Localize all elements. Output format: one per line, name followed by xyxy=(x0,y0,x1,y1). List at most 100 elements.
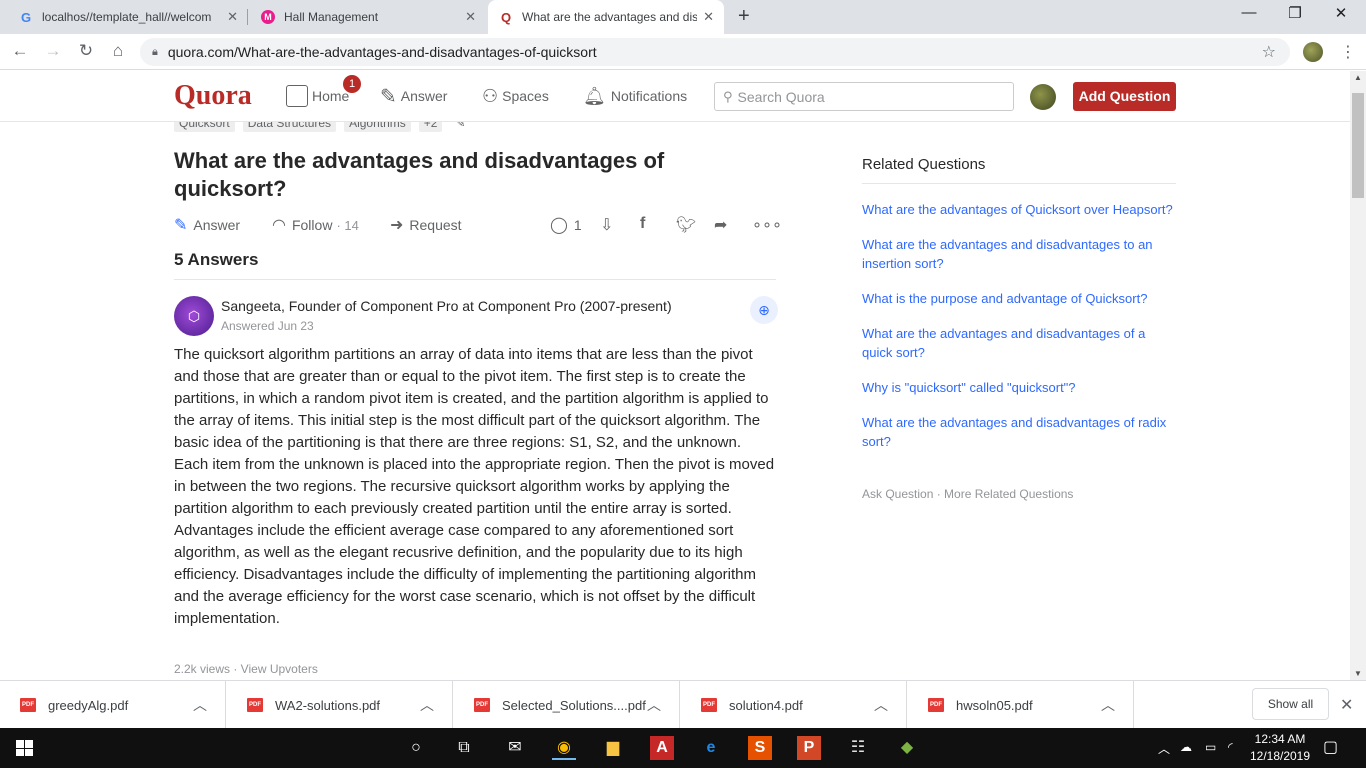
comments-button[interactable]: ◯ 1 xyxy=(550,215,582,235)
close-tab-icon[interactable]: ✕ xyxy=(703,9,714,25)
action-center-icon[interactable]: ▢ xyxy=(1323,737,1338,757)
chevron-up-icon[interactable]: ︿ xyxy=(420,695,434,715)
mail-icon[interactable]: ✉ xyxy=(503,736,527,760)
nav-spaces[interactable]: ⚇ Spaces xyxy=(482,83,549,109)
browser-menu-icon[interactable]: ⋮ xyxy=(1340,42,1356,62)
downvote-icon[interactable]: ⇩ xyxy=(600,215,619,235)
scroll-up-icon[interactable]: ▲ xyxy=(1354,73,1362,82)
follow-author-icon[interactable]: ⊕ xyxy=(750,296,778,324)
back-icon[interactable]: ← xyxy=(10,41,30,61)
page-scrollbar[interactable]: ▲ ▼ xyxy=(1350,71,1366,680)
close-window-icon[interactable]: ✕ xyxy=(1318,4,1364,22)
task-view-icon[interactable]: ⧉ xyxy=(452,736,476,760)
topic-tag[interactable]: Algorithms xyxy=(344,122,411,132)
paint-icon[interactable]: ◆ xyxy=(895,736,919,760)
related-footer-links[interactable]: Ask Question · More Related Questions xyxy=(862,487,1073,501)
powerpoint-icon[interactable]: P xyxy=(797,736,821,760)
browser-profile-avatar[interactable] xyxy=(1303,42,1323,62)
question-actions: ✎ Answer ◠ Follow · 14 ➜ Request ◯ 1 ⇩ f… xyxy=(174,212,782,236)
windows-start-icon[interactable] xyxy=(16,740,33,756)
close-download-bar-icon[interactable]: ✕ xyxy=(1340,695,1353,715)
home-icon[interactable]: ⌂ xyxy=(108,41,128,61)
download-item[interactable]: PDF hwsoln05.pdf ︿ xyxy=(908,681,1134,729)
cortana-icon[interactable]: ○ xyxy=(404,736,428,760)
address-bar[interactable]: 🔒︎ quora.com/What-are-the-advantages-and… xyxy=(140,38,1290,66)
pdf-file-icon: PDF xyxy=(474,698,490,712)
answer-date[interactable]: Answered Jun 23 xyxy=(221,319,314,333)
download-item[interactable]: PDF solution4.pdf ︿ xyxy=(681,681,907,729)
more-options-icon[interactable]: ∘∘∘ xyxy=(752,215,788,235)
system-clock[interactable]: 12:34 AM 12/18/2019 xyxy=(1244,731,1316,765)
chevron-up-icon[interactable]: ︿ xyxy=(1101,695,1115,715)
related-question-link[interactable]: What is the purpose and advantage of Qui… xyxy=(862,289,1176,308)
related-question-link[interactable]: What are the advantages and disadvantage… xyxy=(862,235,1176,273)
chevron-up-icon[interactable]: ︿ xyxy=(874,695,888,715)
onedrive-cloud-icon[interactable]: ☁ xyxy=(1180,740,1192,754)
bell-icon: 🔔︎ xyxy=(583,85,606,106)
network-app-icon[interactable]: ☷ xyxy=(846,736,870,760)
topic-tag[interactable]: Quicksort xyxy=(174,122,235,132)
acrobat-icon[interactable]: A xyxy=(650,736,674,760)
battery-icon[interactable]: ▭ xyxy=(1205,740,1216,754)
home-notification-badge: 1 xyxy=(343,75,361,93)
user-avatar[interactable] xyxy=(1030,84,1056,110)
add-question-button[interactable]: Add Question xyxy=(1073,82,1176,111)
author-avatar[interactable]: ⬡ xyxy=(174,296,214,336)
sublime-icon[interactable]: S xyxy=(748,736,772,760)
minimize-icon[interactable]: — xyxy=(1226,4,1272,21)
author-credential[interactable]: Sangeeta, Founder of Component Pro at Co… xyxy=(221,298,672,314)
answer-button[interactable]: ✎ Answer xyxy=(174,215,240,235)
search-input[interactable]: ⚲ Search Quora xyxy=(714,82,1014,111)
nav-notifications[interactable]: 🔔︎ Notifications xyxy=(583,83,687,109)
follow-button[interactable]: ◠ Follow · 14 xyxy=(272,215,359,235)
tab-title: localhos//template_hall//welcom xyxy=(42,10,212,24)
file-explorer-icon[interactable]: ▆ xyxy=(601,736,625,760)
edge-icon[interactable]: e xyxy=(699,736,723,760)
restore-icon[interactable]: ❐ xyxy=(1272,4,1318,22)
facebook-icon[interactable]: f xyxy=(640,215,651,233)
scroll-down-icon[interactable]: ▼ xyxy=(1354,669,1362,678)
wifi-icon[interactable]: ◜ xyxy=(1228,740,1233,754)
download-item[interactable]: PDF greedyAlg.pdf ︿ xyxy=(0,681,226,729)
comment-icon: ◯ xyxy=(550,217,568,234)
chevron-up-icon[interactable]: ︿ xyxy=(647,695,661,715)
new-tab-icon[interactable]: + xyxy=(738,5,750,28)
tray-chevron-up-icon[interactable]: ︿ xyxy=(1158,740,1170,757)
share-icon[interactable]: ➦ xyxy=(714,215,733,235)
quora-logo[interactable]: Quora xyxy=(174,80,252,112)
pdf-file-icon: PDF xyxy=(20,698,36,712)
clock-date: 12/18/2019 xyxy=(1249,749,1311,763)
chrome-icon[interactable]: ◉ xyxy=(552,736,576,760)
twitter-icon[interactable]: 🐦︎ xyxy=(676,215,702,235)
edit-topics-icon[interactable]: ✎ xyxy=(450,122,470,132)
related-question-link[interactable]: Why is "quicksort" called "quicksort"? xyxy=(862,378,1176,397)
tab-quora[interactable]: Q What are the advantages and dis ✕ xyxy=(488,0,724,34)
close-tab-icon[interactable]: ✕ xyxy=(465,9,476,25)
download-item[interactable]: PDF WA2-solutions.pdf ︿ xyxy=(227,681,453,729)
nav-answer[interactable]: ✎ Answer xyxy=(380,83,447,109)
scrollbar-thumb[interactable] xyxy=(1352,93,1364,198)
topic-tag[interactable]: Data Structures xyxy=(242,122,337,132)
follow-rss-icon: ◠ xyxy=(272,217,286,234)
bookmark-star-icon[interactable]: ☆ xyxy=(1262,42,1276,62)
tab-localhost[interactable]: G localhos//template_hall//welcom ✕ xyxy=(8,0,248,34)
related-question-link[interactable]: What are the advantages and disadvantage… xyxy=(862,413,1176,451)
related-question-link[interactable]: What are the advantages and disadvantage… xyxy=(862,324,1176,362)
download-item[interactable]: PDF Selected_Solutions....pdf ︿ xyxy=(454,681,680,729)
download-filename: hwsoln05.pdf xyxy=(956,697,1033,713)
tab-hall-management[interactable]: M Hall Management ✕ xyxy=(250,0,486,34)
answers-count: 5 Answers xyxy=(174,250,259,269)
forward-icon[interactable]: → xyxy=(43,41,63,61)
reload-icon[interactable]: ↻ xyxy=(76,41,96,61)
request-button[interactable]: ➜ Request xyxy=(390,215,462,235)
show-all-downloads-button[interactable]: Show all xyxy=(1252,688,1329,720)
nav-home[interactable]: Home xyxy=(286,83,349,109)
chevron-up-icon[interactable]: ︿ xyxy=(193,695,207,715)
nav-answer-label: Answer xyxy=(400,88,448,104)
answer-views[interactable]: 2.2k views · View Upvoters xyxy=(174,662,318,676)
topic-tag[interactable]: +2 xyxy=(418,122,443,132)
related-questions-list: What are the advantages of Quicksort ove… xyxy=(862,200,1176,467)
question-title: What are the advantages and disadvantage… xyxy=(174,148,665,201)
related-question-link[interactable]: What are the advantages of Quicksort ove… xyxy=(862,200,1176,219)
close-tab-icon[interactable]: ✕ xyxy=(227,9,238,25)
